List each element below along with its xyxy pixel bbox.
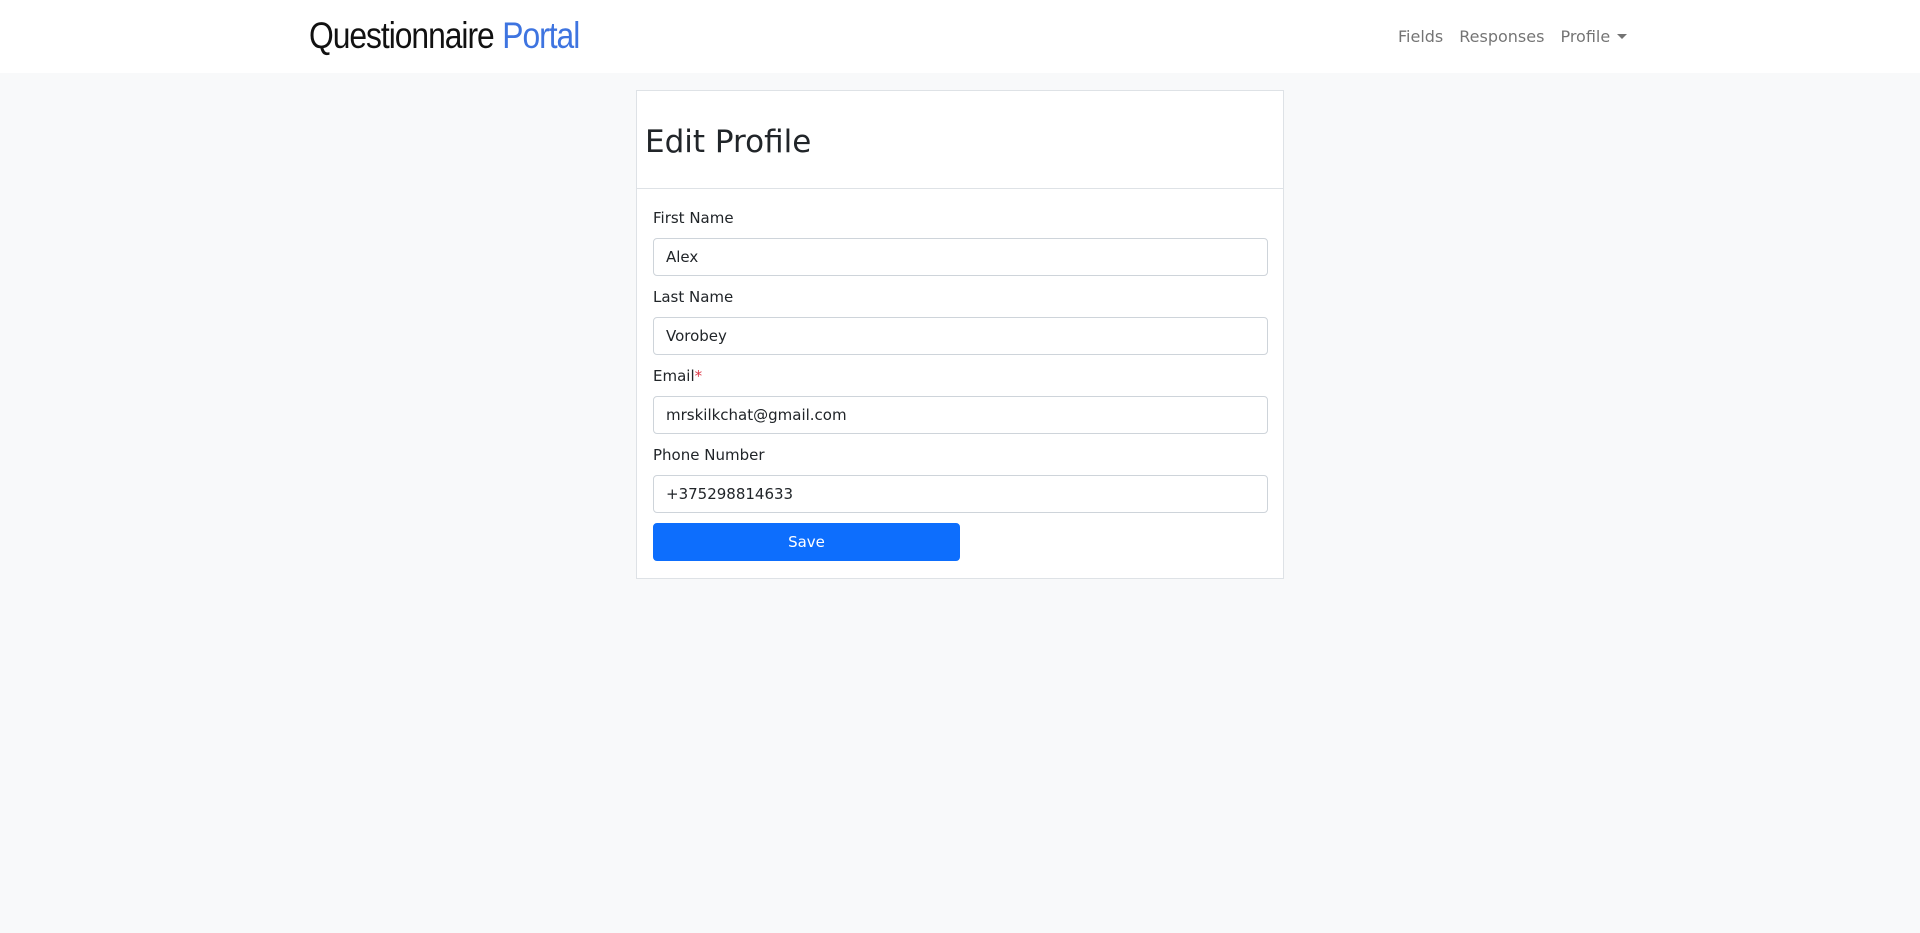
email-field[interactable] [653, 396, 1268, 434]
last-name-field[interactable] [653, 317, 1268, 355]
profile-form: First Name Last Name Email* Phone Number… [637, 189, 1283, 561]
first-name-group: First Name [653, 207, 1268, 276]
last-name-label: Last Name [653, 288, 734, 306]
edit-profile-card: Edit Profile First Name Last Name Email*… [636, 90, 1284, 579]
last-name-group: Last Name [653, 286, 1268, 355]
brand-text-primary: Questionnaire [309, 15, 495, 56]
nav-links: Fields Responses Profile [1398, 22, 1628, 50]
phone-label: Phone Number [653, 446, 765, 464]
first-name-label: First Name [653, 209, 734, 227]
card-header: Edit Profile [637, 91, 1283, 189]
email-label: Email [653, 367, 695, 385]
email-label-row: Email* [653, 365, 1267, 387]
page-title: Edit Profile [645, 123, 812, 160]
nav-link-fields[interactable]: Fields [1398, 27, 1443, 46]
top-navbar: Questionnaire Portal Fields Responses Pr… [0, 0, 1920, 73]
required-marker: * [694, 367, 703, 385]
save-button[interactable]: Save [653, 523, 960, 561]
nav-link-profile: Profile [1560, 26, 1611, 46]
brand-logo[interactable]: Questionnaire Portal [309, 8, 580, 64]
phone-group: Phone Number [653, 444, 1268, 513]
first-name-field[interactable] [653, 238, 1268, 276]
email-group: Email* [653, 365, 1268, 434]
nav-dropdown-profile[interactable]: Profile [1560, 26, 1628, 46]
phone-number-field[interactable] [653, 475, 1268, 513]
brand-text-accent: Portal [502, 15, 580, 56]
caret-down-icon [1617, 33, 1628, 39]
nav-link-responses[interactable]: Responses [1459, 27, 1544, 46]
